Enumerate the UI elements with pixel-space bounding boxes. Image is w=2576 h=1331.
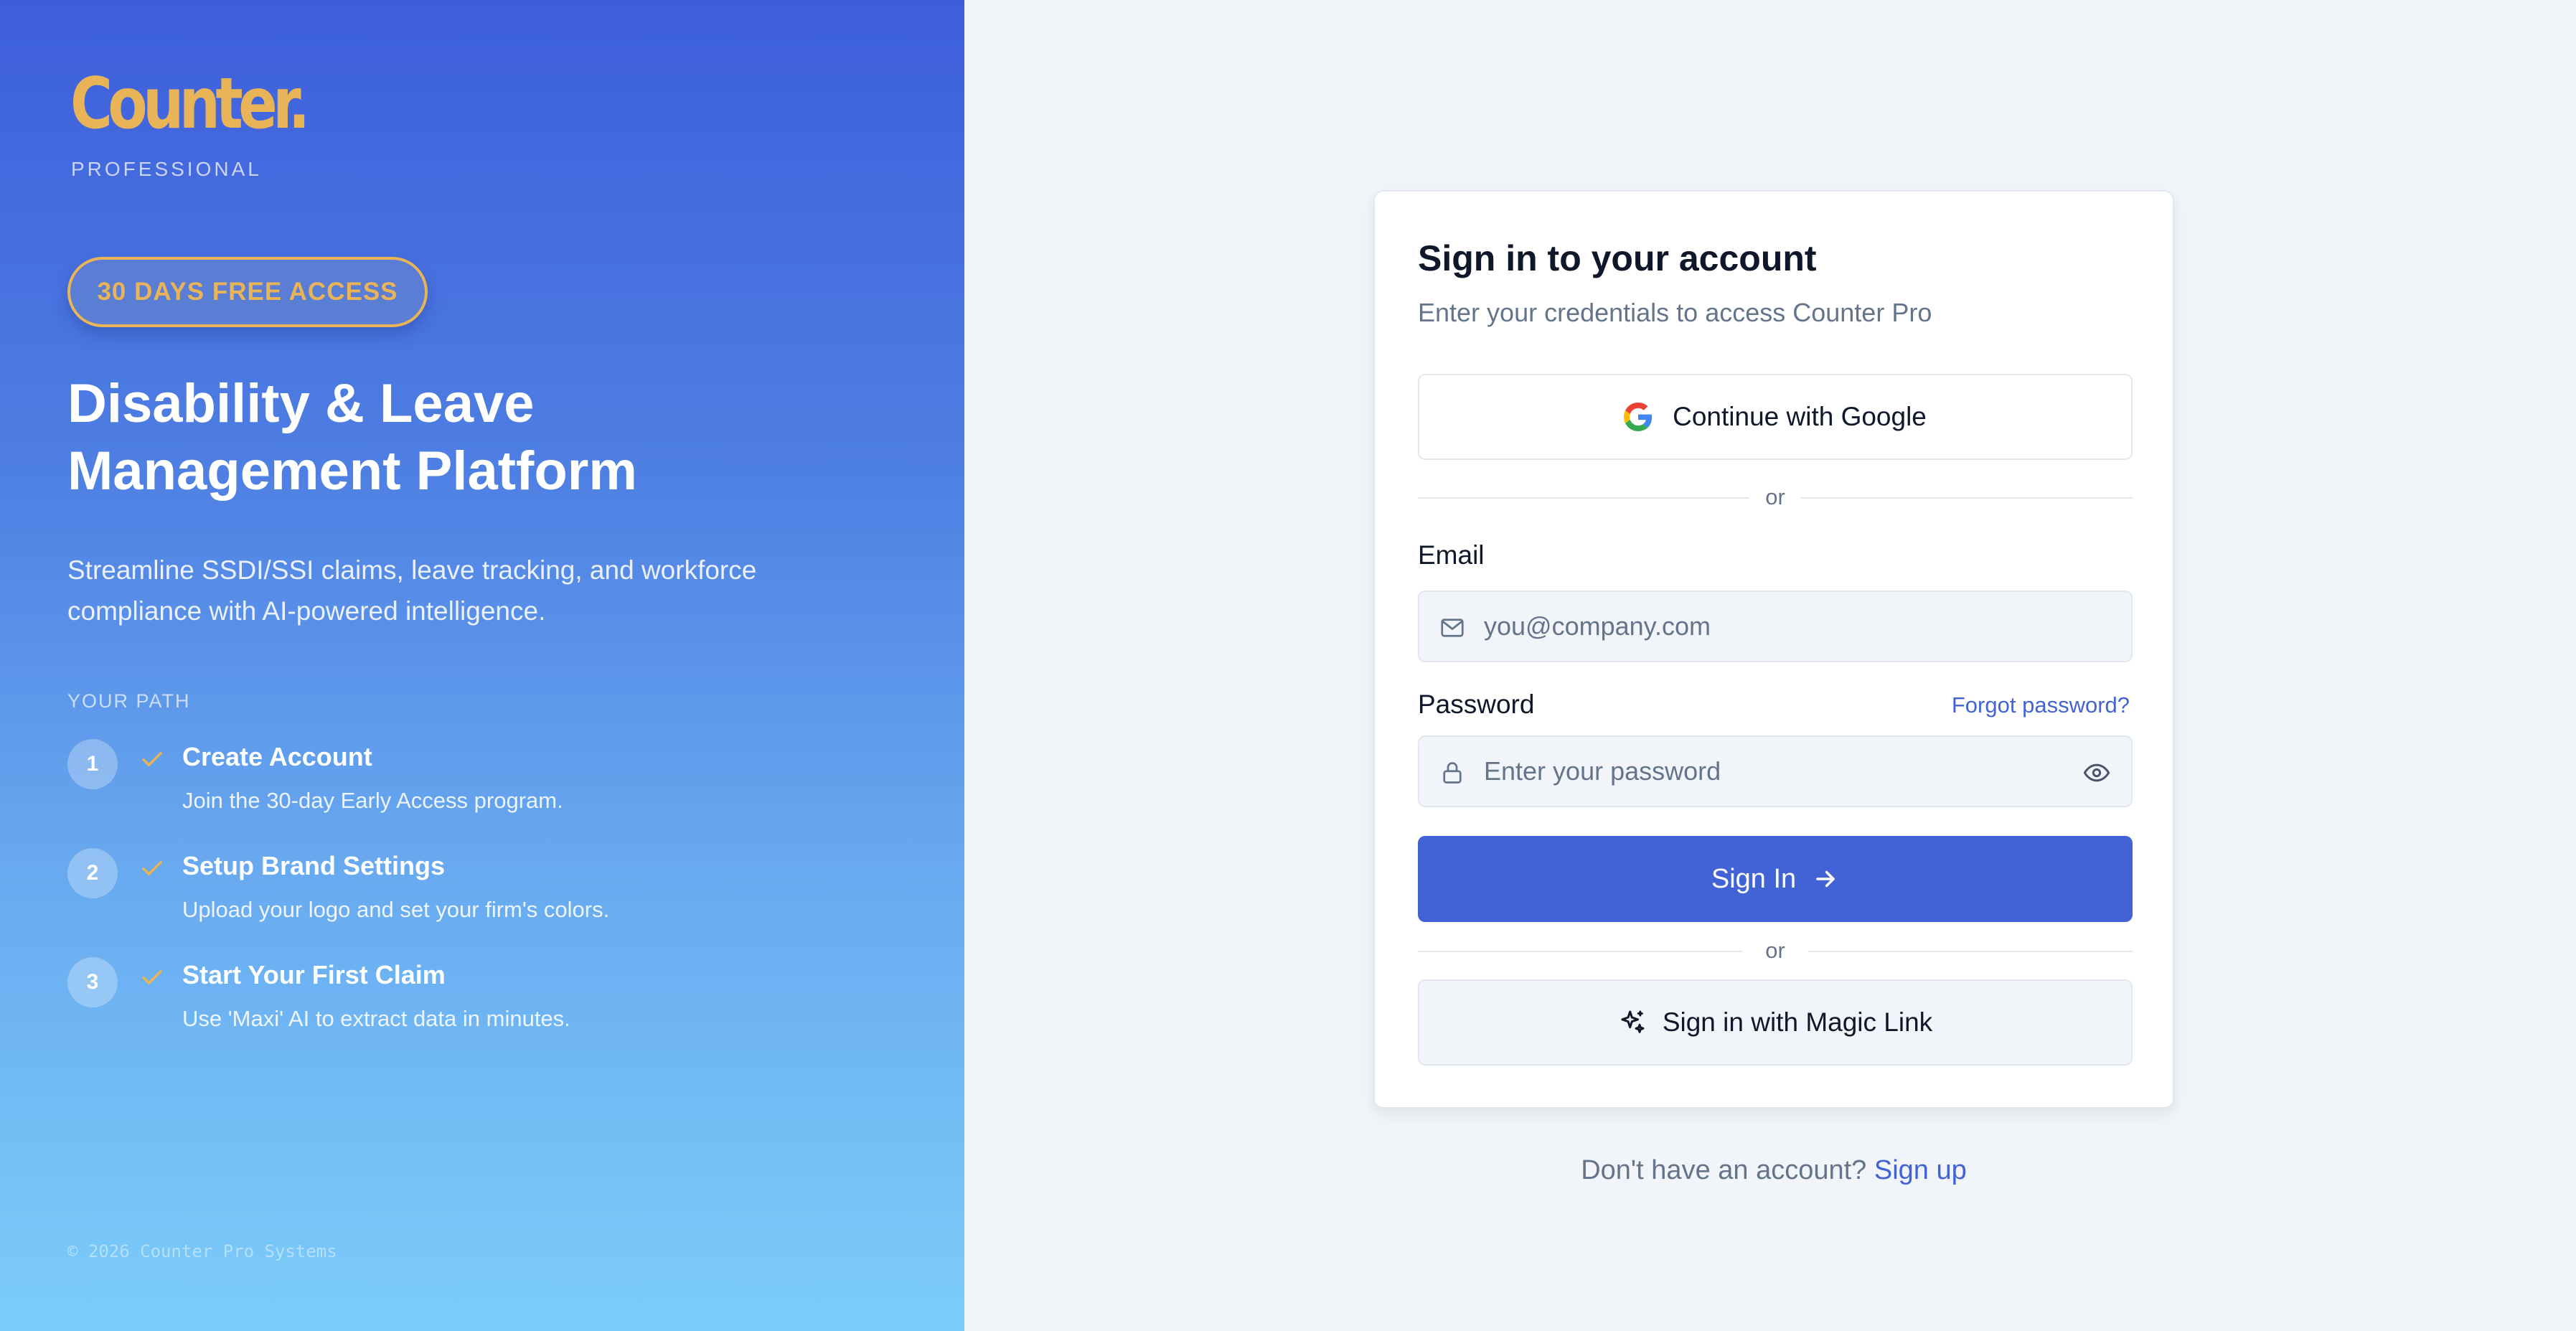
step-number: 2 [67,848,118,898]
google-button-label: Continue with Google [1673,402,1927,431]
step-text: Join the 30-day Early Access program. [182,788,563,813]
copyright: © 2026 Counter Pro Systems [67,1241,337,1261]
email-label: Email [1418,540,1485,570]
magic-link-button[interactable]: Sign in with Magic Link [1418,979,2133,1066]
path-label: YOUR PATH [67,690,191,712]
headline-line-2: Management Platform [67,441,637,502]
arrow-right-icon [1816,870,1835,888]
brand-panel: Counter. PROFESSIONAL 30 DAYS FREE ACCES… [0,0,964,1331]
step-title: Setup Brand Settings [182,851,446,880]
step-number: 1 [67,739,118,789]
logo: Counter. [70,63,310,145]
step-item: 2 Setup Brand Settings Upload your logo … [67,848,893,941]
check-icon [142,751,162,767]
or-divider: or [1418,936,2133,965]
sign-in-button[interactable]: Sign In [1418,836,2133,922]
step-item: 3 Start Your First Claim Use 'Maxi' AI t… [67,957,893,1050]
mail-icon [1441,619,1464,637]
step-text: Use 'Maxi' AI to extract data in minutes… [182,1006,570,1031]
eye-icon[interactable] [2082,758,2111,787]
email-field-wrapper [1418,591,2133,662]
or-text: or [1765,938,1785,963]
email-input[interactable] [1484,592,2058,661]
step-title: Create Account [182,742,372,771]
forgot-password-link[interactable]: Forgot password? [1952,692,2130,718]
or-text: or [1765,484,1785,509]
step-text: Upload your logo and set your firm's col… [182,897,610,922]
signin-card: Sign in to your account Enter your crede… [1373,190,2174,1109]
sparkles-icon [1621,1010,1645,1033]
headline: Disability & Leave Management Platform [67,370,893,505]
sign-up-link[interactable]: Sign up [1874,1155,1967,1185]
password-field-wrapper [1418,735,2133,807]
check-icon [142,969,162,985]
lock-icon [1443,762,1462,784]
free-access-badge: 30 DAYS FREE ACCESS [67,257,428,327]
step-number: 3 [67,957,118,1007]
password-input[interactable] [1484,737,2058,806]
sign-in-label: Sign In [1711,863,1797,894]
password-label: Password [1418,690,1535,719]
card-title: Sign in to your account [1418,238,1817,278]
or-divider: or [1418,483,2133,512]
headline-line-1: Disability & Leave [67,373,535,434]
check-icon [142,860,162,876]
card-subtitle: Enter your credentials to access Counter… [1418,298,1932,327]
magic-link-label: Sign in with Magic Link [1662,1007,1933,1037]
signup-prompt: Don't have an account? Sign up [1373,1155,2174,1186]
step-title: Start Your First Claim [182,960,446,989]
no-account-text: Don't have an account? [1581,1155,1867,1185]
google-signin-button[interactable]: Continue with Google [1418,374,2133,460]
google-icon [1624,403,1653,431]
logo-tagline: PROFESSIONAL [71,158,262,180]
description: Streamline SSDI/SSI claims, leave tracki… [67,555,757,626]
step-item: 1 Create Account Join the 30-day Early A… [67,739,893,832]
